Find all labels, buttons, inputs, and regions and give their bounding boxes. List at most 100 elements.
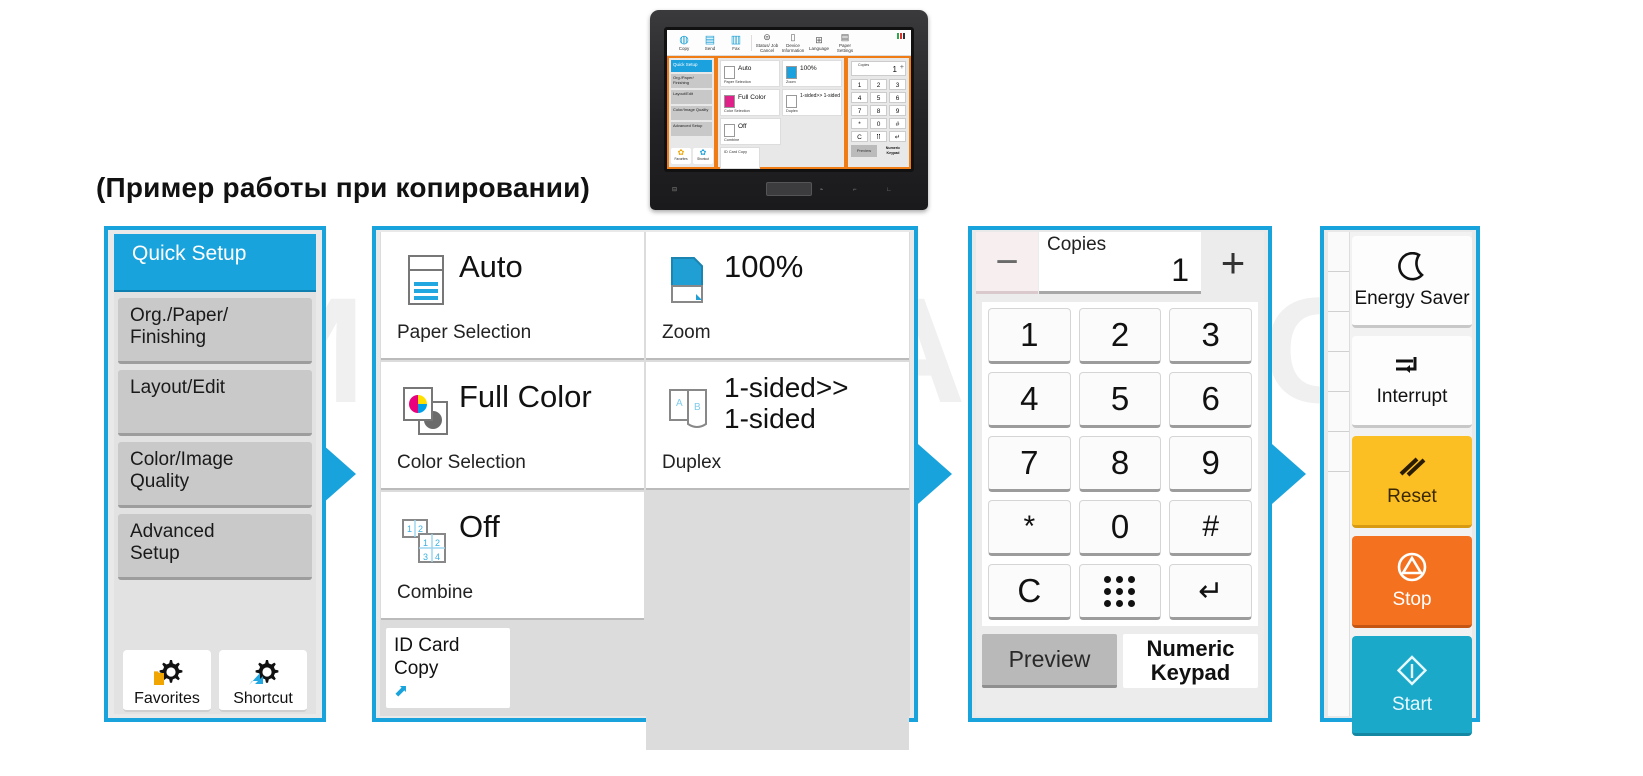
device-key-1[interactable]: 1 [851, 79, 868, 90]
svg-text:3: 3 [423, 552, 428, 562]
device-menu-item-0[interactable]: Org./Paper/ Finishing [671, 74, 712, 88]
device-key-0[interactable]: 0 [870, 118, 887, 129]
keypad-dots-icon[interactable] [1078, 564, 1162, 620]
device-key-6[interactable]: 6 [889, 92, 906, 103]
tile-id-card-copy[interactable]: ID Card Copy ⬈ [386, 628, 510, 708]
device-menu-item-3[interactable]: Advanced Setup [671, 122, 712, 136]
gear-arrow-icon [249, 660, 279, 685]
id-card-copy-label: ID Card Copy [394, 635, 460, 679]
copies-row: − Copies 1 + [976, 232, 1264, 294]
svg-text:2: 2 [435, 538, 440, 548]
key-2[interactable]: 2 [1078, 308, 1162, 364]
tile-label: Combine [397, 582, 474, 603]
device-tile-duplex[interactable]: 1-sided>> 1-sided Duplex [782, 89, 842, 116]
tile-value: Full Color [459, 379, 592, 414]
device-key-hash[interactable]: # [889, 118, 906, 129]
device-tile-paper-selection[interactable]: Auto Paper Selection [720, 60, 780, 87]
menu-item-label: Color/Image Quality [130, 449, 234, 492]
reset-slashes-icon [1399, 457, 1426, 476]
tile-paper-selection[interactable]: Auto Paper Selection [381, 232, 644, 360]
tile-label: Paper Selection [397, 322, 532, 343]
key-4[interactable]: 4 [988, 372, 1071, 428]
key-clear[interactable]: C [988, 564, 1071, 620]
device-menu-item-1[interactable]: Layout/Edit [671, 90, 712, 104]
device-key-clear[interactable]: C [851, 131, 868, 142]
tile-duplex[interactable]: A B 1-sided>> 1-sided Duplex [646, 362, 909, 490]
hardware-key-start[interactable]: Start [1352, 636, 1472, 736]
svg-text:A: A [676, 398, 683, 409]
key-0[interactable]: 0 [1078, 500, 1162, 556]
device-key-9[interactable]: 9 [889, 105, 906, 116]
device-tile-id-card-copy[interactable]: ID Card Copy [720, 147, 760, 169]
numeric-keypad-label: Numeric Keypad [1123, 634, 1258, 688]
hardware-key-interrupt[interactable]: Interrupt [1352, 336, 1472, 428]
key-asterisk[interactable]: * [988, 500, 1071, 556]
menu-item-color-image-quality[interactable]: Color/Image Quality [118, 442, 312, 508]
device-tile-zoom[interactable]: 100% Zoom [782, 60, 842, 87]
toolbar-divider [751, 34, 752, 51]
dots-grid [1104, 575, 1136, 607]
device-quick-setup-tab[interactable]: Quick Setup [671, 60, 712, 72]
device-key-5[interactable]: 5 [870, 92, 887, 103]
copies-increment-button[interactable]: + [1202, 232, 1264, 294]
device-key-2[interactable]: 2 [870, 79, 887, 90]
device-photo: ◍ Copy ▤ Send ▥ Fax ⊜ Status/ Job Cancel ▯ De… [650, 10, 928, 210]
interrupt-icon [1396, 356, 1417, 373]
tile-combine[interactable]: 1 2 1 2 3 4 Off Combine [381, 492, 644, 620]
menu-item-advanced-setup[interactable]: Advanced Setup [118, 514, 312, 580]
key-5[interactable]: 5 [1078, 372, 1162, 428]
copies-decrement-button[interactable]: − [976, 232, 1038, 294]
key-3[interactable]: 3 [1169, 308, 1252, 364]
device-key-8[interactable]: 8 [870, 105, 887, 116]
menu-item-label: Advanced Setup [130, 521, 215, 564]
hardware-key-stop[interactable]: Stop [1352, 536, 1472, 628]
panel-numeric-keypad: − Copies 1 + 1 2 3 4 5 6 7 8 9 * 0 # C ↵… [968, 226, 1272, 722]
key-hash[interactable]: # [1169, 500, 1252, 556]
device-tile-color-selection[interactable]: Full Color Color Selection [720, 89, 780, 116]
device-key-3[interactable]: 3 [889, 79, 906, 90]
copy-settings-grid: Auto Paper Selection Full Color Color Se… [380, 232, 910, 752]
toolbar-paper-settings-icon: ▤ Paper Settings [836, 32, 854, 53]
hardware-key-energy-saver[interactable]: Energy Saver [1352, 236, 1472, 328]
key-enter[interactable]: ↵ [1169, 564, 1252, 620]
device-key-4[interactable]: 4 [851, 92, 868, 103]
device-key-star[interactable]: * [851, 118, 868, 129]
device-key-7[interactable]: 7 [851, 105, 868, 116]
copies-input[interactable]: Copies 1 [1039, 232, 1201, 294]
numeric-keypad-inner: − Copies 1 + 1 2 3 4 5 6 7 8 9 * 0 # C ↵… [976, 232, 1264, 716]
device-keypad-dots-icon[interactable]: ⠿ [870, 131, 887, 142]
device-copies-field[interactable]: Copies 1 + [851, 61, 906, 76]
quick-setup-menu-inner: Quick Setup Org./Paper/Finishing Layout/… [114, 234, 316, 714]
key-1[interactable]: 1 [988, 308, 1071, 364]
key-8[interactable]: 8 [1078, 436, 1162, 492]
menu-item-org-paper-finishing[interactable]: Org./Paper/Finishing [118, 298, 312, 364]
copy-settings-column-left: Auto Paper Selection Full Color Color Se… [380, 232, 645, 752]
device-preview-button[interactable]: Preview [851, 145, 877, 157]
hardware-key-reset[interactable]: Reset [1352, 436, 1472, 528]
strip-tick [1328, 312, 1349, 352]
device-shortcut-button[interactable]: ✿ Shortcut [693, 148, 713, 164]
combine-icon: 1 2 1 2 3 4 [402, 519, 446, 563]
device-menu-item-2[interactable]: Color/Image Quality [671, 106, 712, 120]
hardware-key-label: Energy Saver [1354, 287, 1470, 309]
device-keypad-column: Copies 1 + 1 2 3 4 5 6 7 8 9 * 0 # C ⠿ ↵… [846, 56, 911, 169]
stop-circle-icon [1397, 552, 1427, 581]
tile-color-selection[interactable]: Full Color Color Selection [381, 362, 644, 490]
tile-zoom[interactable]: 100% Zoom [646, 232, 909, 360]
key-9[interactable]: 9 [1169, 436, 1252, 492]
preview-button[interactable]: Preview [982, 634, 1117, 688]
tab-quick-setup[interactable]: Quick Setup [114, 234, 316, 292]
toolbar-language-icon: ⊞ Language [808, 34, 830, 51]
tile-empty-placeholder [646, 622, 909, 750]
keypad-bottom-row: Preview Numeric Keypad [982, 634, 1258, 688]
key-6[interactable]: 6 [1169, 372, 1252, 428]
device-favorites-button[interactable]: ✿ Favorites [671, 148, 691, 164]
device-tile-combine[interactable]: Off Combine [720, 118, 781, 145]
key-7[interactable]: 7 [988, 436, 1071, 492]
favorites-button[interactable]: Favorites [123, 650, 211, 712]
shortcut-button[interactable]: Shortcut [219, 650, 307, 712]
tile-label: Zoom [662, 322, 711, 343]
menu-item-layout-edit[interactable]: Layout/Edit [118, 370, 312, 436]
copy-settings-inner: Auto Paper Selection Full Color Color Se… [380, 232, 910, 750]
device-key-enter[interactable]: ↵ [889, 131, 906, 142]
